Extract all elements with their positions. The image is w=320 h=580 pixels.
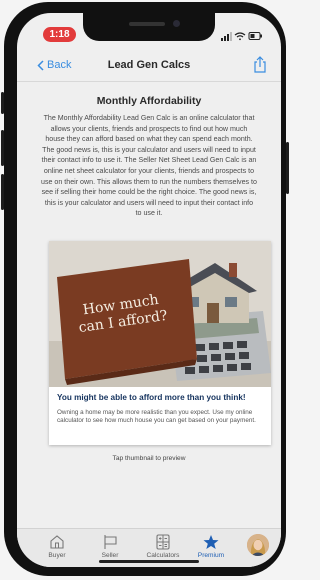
- thumbnail-caption: You might be able to afford more than yo…: [49, 387, 271, 445]
- star-icon: [203, 535, 219, 549]
- tab-seller-label: Seller: [101, 552, 119, 559]
- lead-gen-thumbnail[interactable]: How much can I afford? You might be able…: [49, 241, 271, 445]
- section-title: Monthly Affordability: [96, 95, 202, 107]
- avatar-photo: [247, 534, 269, 556]
- house-icon: [50, 535, 64, 549]
- status-icons: [221, 32, 262, 41]
- phone-frame: 1:18 Back Lead Gen Calcs Monthly Afforda…: [1, 2, 289, 576]
- content-area: Monthly Affordability The Monthly Afford…: [17, 83, 281, 219]
- caption-body: Owning a home may be more realistic than…: [57, 409, 256, 424]
- profile-avatar[interactable]: [247, 534, 269, 556]
- speaker: [129, 22, 165, 26]
- thumbnail-photo: How much can I afford?: [49, 241, 271, 387]
- status-bar: 1:18: [17, 13, 281, 47]
- battery-icon: [248, 32, 262, 40]
- calculator-icon: [156, 534, 170, 550]
- tab-buyer-label: Buyer: [48, 552, 66, 559]
- section-description: The Monthly Affordability Lead Gen Calc …: [41, 114, 257, 218]
- notch: [83, 13, 215, 41]
- home-indicator: [99, 560, 199, 563]
- preview-hint: Tap thumbnail to preview: [112, 455, 186, 462]
- signal-icon: [221, 32, 232, 41]
- caption-title: You might be able to afford more than yo…: [57, 393, 246, 402]
- tab-premium-label: Premium: [197, 552, 225, 559]
- status-time: 1:18: [43, 27, 76, 42]
- wifi-icon: [234, 32, 246, 41]
- screen: 1:18 Back Lead Gen Calcs Monthly Afforda…: [17, 13, 281, 567]
- mute-switch: [1, 92, 4, 114]
- nav-title: Lead Gen Calcs: [107, 59, 191, 71]
- tab-buyer[interactable]: Buyer: [35, 529, 79, 567]
- share-icon[interactable]: [253, 56, 267, 74]
- front-camera: [173, 20, 180, 27]
- volume-down-button: [1, 174, 4, 210]
- navigation-bar: Back Lead Gen Calcs: [17, 53, 281, 82]
- tab-calculators-label: Calculators: [146, 552, 180, 559]
- volume-up-button: [1, 130, 4, 166]
- power-button: [286, 142, 289, 194]
- tab-bar: Buyer Seller Calculators Premium: [17, 528, 281, 567]
- sign-icon: [104, 535, 117, 549]
